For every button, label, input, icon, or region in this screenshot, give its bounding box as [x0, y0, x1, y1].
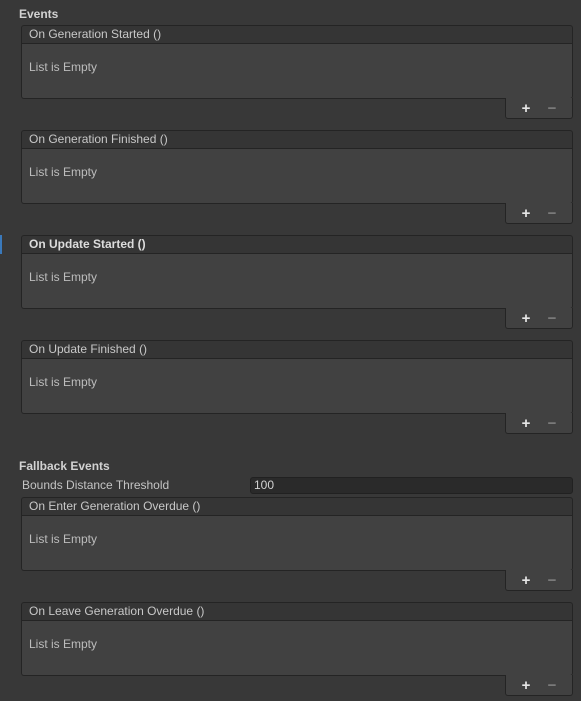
event-header[interactable]: On Enter Generation Overdue () [21, 497, 573, 516]
add-button[interactable]: + [517, 415, 535, 432]
add-button[interactable]: + [517, 677, 535, 694]
list-footer: + − [505, 98, 573, 119]
remove-button[interactable]: − [543, 677, 561, 694]
event-list-body: List is Empty [21, 44, 573, 99]
empty-list-label: List is Empty [29, 532, 98, 546]
event-header[interactable]: On Update Started () [21, 235, 573, 254]
remove-button[interactable]: − [543, 100, 561, 117]
event-on-generation-started: On Generation Started () List is Empty +… [21, 25, 573, 119]
event-header[interactable]: On Generation Finished () [21, 130, 573, 149]
list-footer: + − [505, 570, 573, 591]
add-button[interactable]: + [517, 310, 535, 327]
bounds-distance-threshold-input[interactable]: 100 [250, 477, 573, 494]
list-footer: + − [505, 413, 573, 434]
event-list-body: List is Empty [21, 516, 573, 571]
event-on-update-finished: On Update Finished () List is Empty + − [21, 340, 573, 434]
empty-list-label: List is Empty [29, 637, 98, 651]
empty-list-label: List is Empty [29, 270, 98, 284]
remove-button[interactable]: − [543, 205, 561, 222]
event-header[interactable]: On Leave Generation Overdue () [21, 602, 573, 621]
remove-button[interactable]: − [543, 415, 561, 432]
list-footer: + − [505, 675, 573, 696]
add-button[interactable]: + [517, 572, 535, 589]
empty-list-label: List is Empty [29, 375, 98, 389]
event-on-generation-finished: On Generation Finished () List is Empty … [21, 130, 573, 224]
selection-indicator [0, 235, 2, 254]
event-list-body: List is Empty [21, 254, 573, 309]
empty-list-label: List is Empty [29, 60, 98, 74]
bounds-distance-threshold-label: Bounds Distance Threshold [22, 478, 170, 492]
remove-button[interactable]: − [543, 310, 561, 327]
fallback-events-section-title: Fallback Events [19, 459, 110, 473]
event-on-update-started: On Update Started () List is Empty + − [21, 235, 573, 329]
event-on-enter-generation-overdue: On Enter Generation Overdue () List is E… [21, 497, 573, 591]
event-list-body: List is Empty [21, 621, 573, 676]
add-button[interactable]: + [517, 100, 535, 117]
event-header[interactable]: On Generation Started () [21, 25, 573, 44]
empty-list-label: List is Empty [29, 165, 98, 179]
event-list-body: List is Empty [21, 359, 573, 414]
event-list-body: List is Empty [21, 149, 573, 204]
event-header[interactable]: On Update Finished () [21, 340, 573, 359]
event-on-leave-generation-overdue: On Leave Generation Overdue () List is E… [21, 602, 573, 696]
list-footer: + − [505, 308, 573, 329]
events-section-title: Events [19, 7, 59, 21]
bounds-distance-threshold-row: Bounds Distance Threshold 100 [22, 477, 573, 494]
add-button[interactable]: + [517, 205, 535, 222]
remove-button[interactable]: − [543, 572, 561, 589]
list-footer: + − [505, 203, 573, 224]
